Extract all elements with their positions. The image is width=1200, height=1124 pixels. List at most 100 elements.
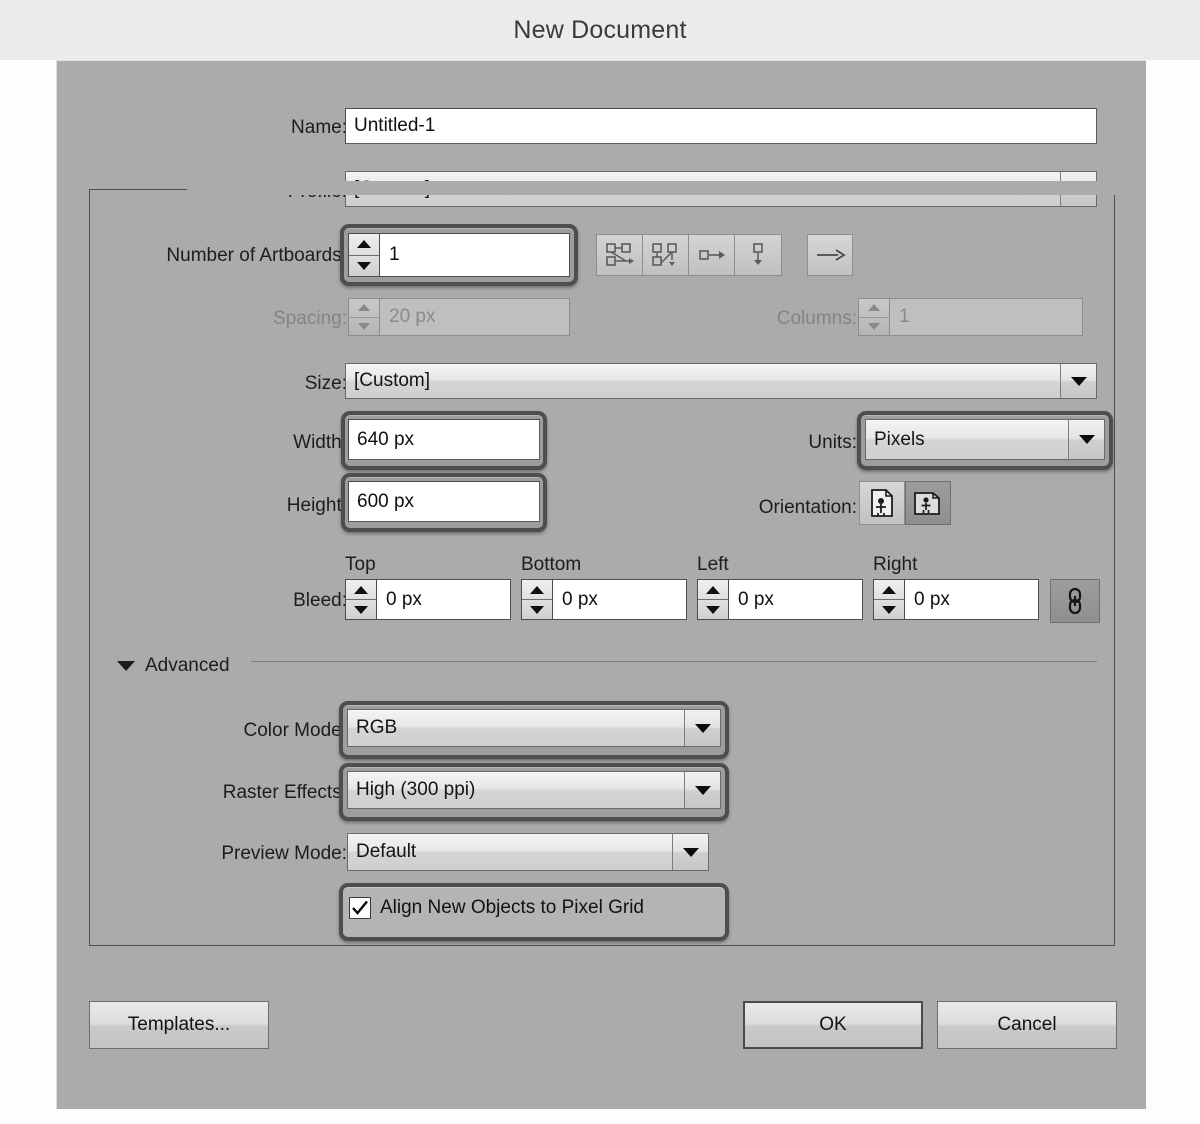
landscape-orientation-icon [914,492,940,515]
checkmark-icon [352,900,368,915]
chevron-down-icon[interactable] [672,834,708,870]
name-input[interactable]: Untitled-1 [345,108,1097,144]
raster-effects-value: High (300 ppi) [356,779,476,800]
bleed-right-header: Right [873,554,918,575]
stepper-down-icon [349,318,379,336]
align-pixel-grid-row[interactable]: Align New Objects to Pixel Grid [349,897,644,919]
bleed-bottom-stepper-arrows[interactable] [522,580,553,619]
groupbox-top-mask [187,181,1117,195]
layout-arrange-by-row-button[interactable] [689,235,735,275]
advanced-section-label: Advanced [145,655,230,676]
stepper-down-icon[interactable] [522,600,552,619]
bleed-link-toggle-button[interactable] [1050,579,1100,623]
dialog-title: New Document [513,15,687,44]
units-dropdown-value: Pixels [874,428,925,450]
size-dropdown[interactable]: [Custom] [345,363,1097,399]
layout-grid-by-row-button[interactable] [597,235,643,275]
stepper-down-icon [859,318,889,336]
align-pixel-grid-checkbox[interactable] [349,897,371,919]
ok-button[interactable]: OK [743,1001,923,1049]
stepper-down-icon[interactable] [346,600,376,619]
artboards-stepper-arrows[interactable] [349,234,380,276]
bleed-right-value[interactable]: 0 px [905,580,1038,619]
columns-label: Columns: [776,308,857,329]
dialog-titlebar: New Document [0,0,1200,60]
bleed-left-stepper-arrows[interactable] [698,580,729,619]
stepper-up-icon[interactable] [346,580,376,599]
color-mode-value: RGB [356,717,398,738]
bleed-right-stepper[interactable]: 0 px [873,579,1039,620]
advanced-divider [251,661,1097,662]
height-input[interactable]: 600 px [348,481,540,522]
chain-link-icon [1068,587,1082,615]
preview-mode-value: Default [356,841,417,862]
number-of-artboards-value[interactable]: 1 [380,234,569,276]
bleed-bottom-header: Bottom [521,554,582,575]
number-of-artboards-label: Number of Artboards: [166,245,347,266]
align-pixel-grid-label: Align New Objects to Pixel Grid [380,897,644,918]
columns-stepper-arrows [859,299,890,335]
bleed-top-header: Top [345,554,376,575]
height-label: Height: [286,495,347,516]
preview-mode-dropdown[interactable]: Default [347,833,709,871]
spacing-stepper-arrows [349,299,380,335]
chevron-down-icon[interactable] [684,710,720,746]
right-arrow-icon [817,249,846,261]
bleed-top-stepper-arrows[interactable] [346,580,377,619]
advanced-disclosure-icon[interactable] [117,661,135,671]
bleed-bottom-value[interactable]: 0 px [553,580,686,619]
units-dropdown[interactable]: Pixels [865,419,1105,460]
columns-value: 1 [899,306,910,327]
name-label: Name: [291,117,347,138]
grid-by-column-icon [651,243,677,266]
bleed-bottom-stepper[interactable]: 0 px [521,579,687,620]
stepper-up-icon[interactable] [349,234,379,255]
chevron-down-icon[interactable] [684,772,720,808]
stepper-up-icon[interactable] [698,580,728,599]
orientation-landscape-button[interactable] [905,481,951,525]
templates-button[interactable]: Templates... [89,1001,269,1049]
color-mode-dropdown[interactable]: RGB [347,709,721,747]
stepper-down-icon[interactable] [349,256,379,277]
new-document-dialog: New Document Name: Untitled-1 Profile: [… [0,0,1200,1124]
columns-stepper: 1 [858,298,1083,336]
orientation-portrait-button[interactable] [859,481,905,525]
artboard-layout-button-group[interactable] [596,234,782,276]
size-label: Size: [304,373,347,394]
dialog-body: Name: Untitled-1 Profile: [Custom] Numbe… [56,60,1146,1109]
bleed-top-value[interactable]: 0 px [377,580,510,619]
raster-effects-label: Raster Effects: [222,782,347,803]
bleed-left-value[interactable]: 0 px [729,580,862,619]
stepper-down-icon[interactable] [874,600,904,619]
arrange-by-column-icon [753,243,763,265]
stepper-down-icon[interactable] [698,600,728,619]
grid-by-row-icon [605,243,634,266]
preview-mode-label: Preview Mode: [221,843,347,864]
number-of-artboards-stepper[interactable]: 1 [348,233,570,277]
bleed-left-header: Left [697,554,729,575]
layout-arrange-by-column-button[interactable] [735,235,781,275]
width-input[interactable]: 640 px [348,419,540,460]
orientation-label: Orientation: [758,497,857,518]
layout-grid-by-column-button[interactable] [643,235,689,275]
raster-effects-dropdown[interactable]: High (300 ppi) [347,771,721,809]
units-label: Units: [808,432,857,453]
bleed-left-stepper[interactable]: 0 px [697,579,863,620]
chevron-down-icon[interactable] [1068,420,1104,459]
spacing-stepper: 20 px [348,298,570,336]
cancel-button[interactable]: Cancel [937,1001,1117,1049]
stepper-up-icon[interactable] [522,580,552,599]
artboard-flow-direction-button[interactable] [807,234,853,276]
arrange-by-row-icon [698,250,725,260]
bleed-label: Bleed: [293,590,347,611]
bleed-top-stepper[interactable]: 0 px [345,579,511,620]
chevron-down-icon[interactable] [1060,364,1096,398]
stepper-up-icon [349,299,379,317]
stepper-up-icon [859,299,889,317]
width-label: Width: [293,432,347,453]
spacing-label: Spacing: [273,308,347,329]
size-dropdown-value: [Custom] [354,370,431,391]
portrait-orientation-icon [871,489,893,517]
stepper-up-icon[interactable] [874,580,904,599]
bleed-right-stepper-arrows[interactable] [874,580,905,619]
